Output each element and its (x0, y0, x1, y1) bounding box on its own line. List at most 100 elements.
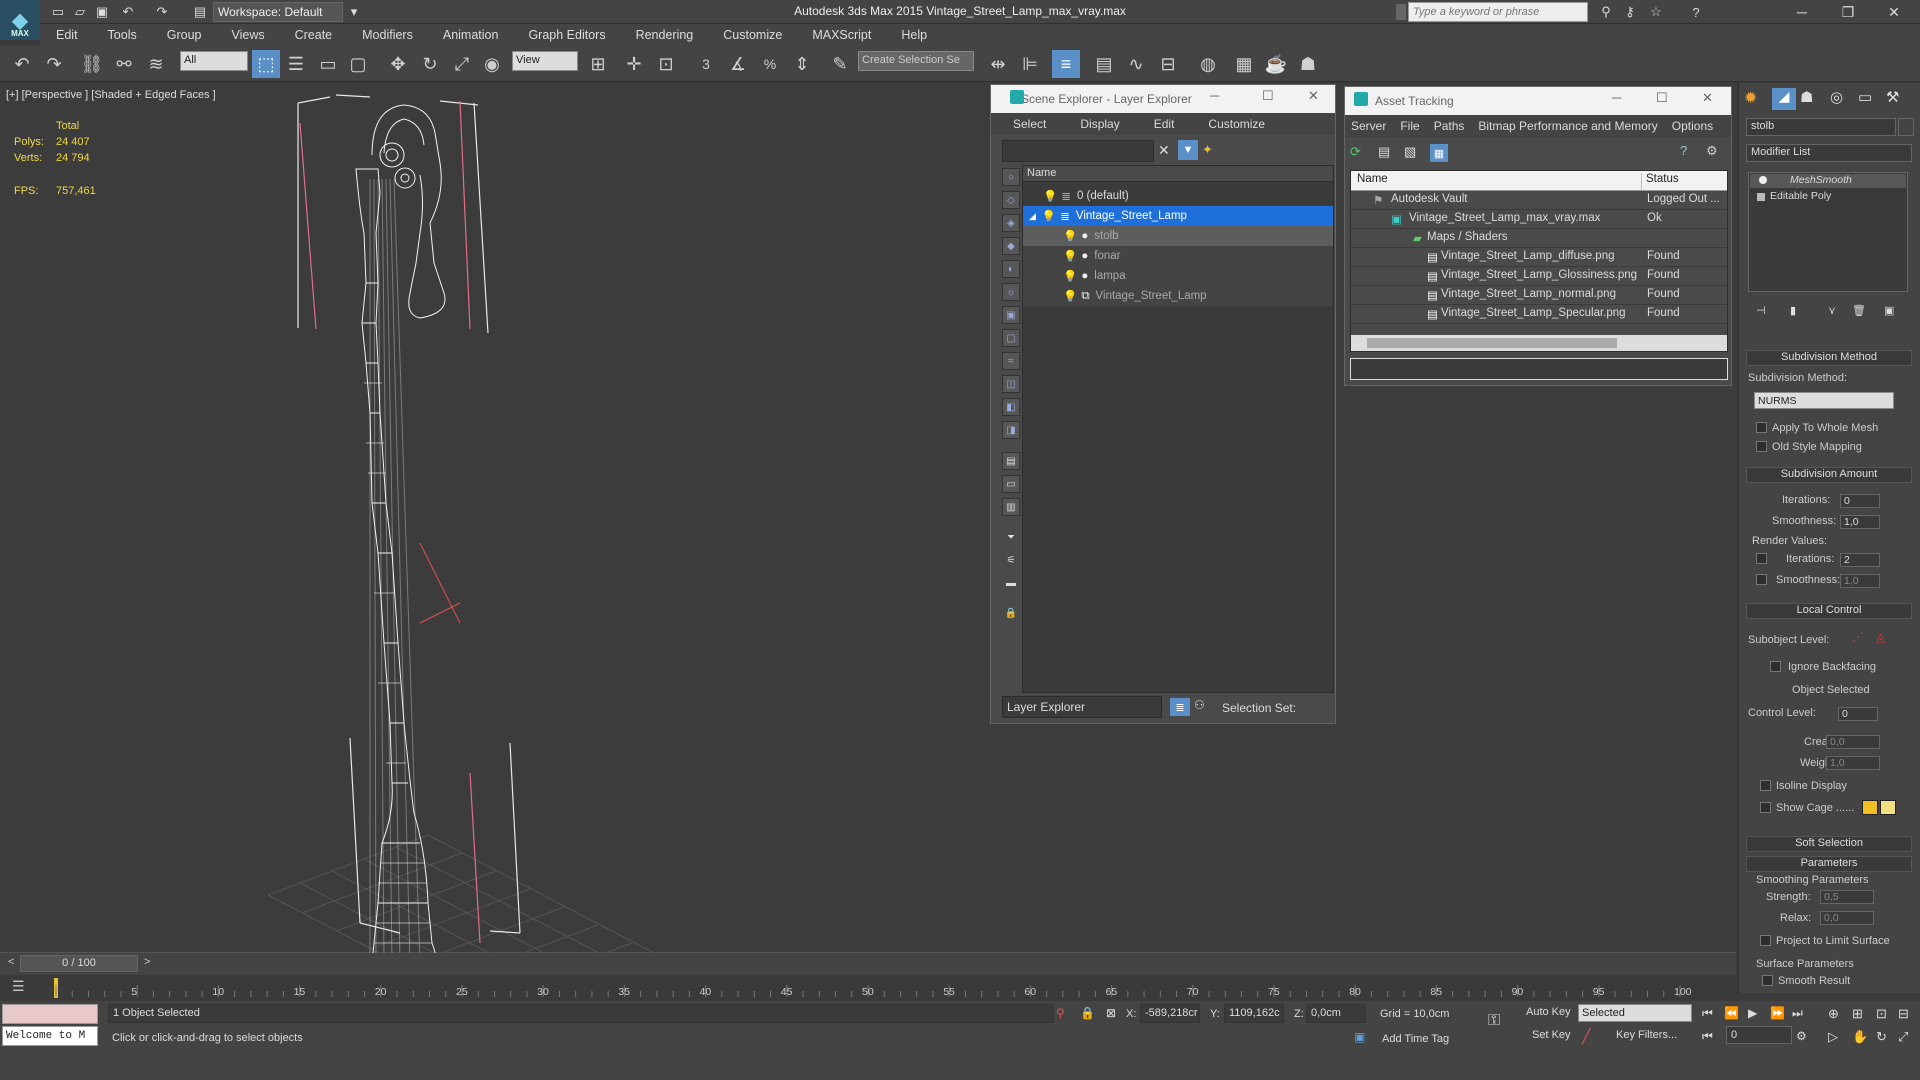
modifier-stack-meshsmooth[interactable]: MeshSmooth (1750, 174, 1906, 188)
material-editor-icon[interactable]: ◍ (1194, 50, 1222, 78)
asset-horizontal-scrollbar[interactable] (1351, 335, 1727, 351)
scene-menu-edit[interactable]: Edit (1132, 113, 1187, 135)
move-icon[interactable]: ✥ (384, 50, 412, 78)
configure-sets-icon[interactable]: ▣ (1884, 304, 1894, 317)
zoom-all-icon[interactable]: ⊞ (1852, 1006, 1863, 1022)
table-view-icon[interactable]: ▦ (1430, 144, 1448, 162)
motion-tab-icon[interactable]: ◎ (1830, 88, 1843, 106)
modify-tab-icon[interactable]: ◢ (1772, 88, 1796, 110)
menu-edit[interactable]: Edit (40, 28, 92, 42)
scrollbar-thumb[interactable] (1367, 338, 1617, 348)
scene-menu-select[interactable]: Select (991, 113, 1058, 135)
asset-row[interactable]: ⚑ Autodesk Vault Logged Out ... (1351, 191, 1727, 210)
bind-space-warp-icon[interactable]: ≋ (142, 50, 170, 78)
workspace-dropdown[interactable]: Workspace: Default (213, 2, 343, 22)
menu-rendering[interactable]: Rendering (620, 28, 708, 42)
asset-menu-options[interactable]: Options (1666, 115, 1721, 137)
asset-menu-paths[interactable]: Paths (1428, 115, 1473, 137)
scene-minimize-button[interactable]: ─ (1210, 88, 1219, 103)
render-iterations-spinner[interactable]: 2 (1840, 553, 1880, 567)
display-none-icon[interactable]: ○ (1002, 168, 1020, 186)
menu-modifiers[interactable]: Modifiers (346, 28, 427, 42)
object-row[interactable]: 💡 ● fonar (1023, 246, 1333, 266)
modifier-stack-editable-poly[interactable]: Editable Poly (1750, 190, 1906, 204)
toggle-ribbon-icon[interactable]: ▤ (1090, 50, 1118, 78)
explorer-mode-dropdown[interactable]: Layer Explorer (1002, 696, 1162, 718)
y-coord-field[interactable]: 1109,162c (1224, 1004, 1284, 1023)
save-file-icon[interactable]: ▣ (92, 3, 112, 21)
iterations-spinner[interactable]: 0 (1840, 494, 1880, 508)
render-production-icon[interactable]: ☗ (1294, 50, 1322, 78)
add-time-tag-label[interactable]: Add Time Tag (1382, 1033, 1449, 1045)
asset-tracking-title[interactable]: Asset Tracking (1345, 87, 1731, 115)
weight-spinner[interactable]: 1,0 (1826, 756, 1880, 770)
key-filters-button[interactable]: Key Filters... (1616, 1029, 1677, 1041)
menu-customize[interactable]: Customize (707, 28, 796, 42)
place-icon[interactable]: ◉ (478, 50, 506, 78)
funnel-icon[interactable]: ⏷ (1002, 528, 1020, 546)
display-tab-icon[interactable]: ▭ (1858, 88, 1872, 106)
lightbulb-icon[interactable]: 💡 (1063, 289, 1077, 303)
refresh-icon[interactable]: ⟳ (1350, 144, 1361, 160)
go-to-start-icon[interactable]: ⏮ (1702, 1006, 1713, 1021)
layer-list-header[interactable]: Name (1023, 166, 1333, 182)
layer-explorer-icon[interactable]: ≡ (1052, 50, 1080, 78)
lightbulb-icon[interactable]: 💡 (1042, 209, 1056, 223)
object-color-swatch[interactable] (1898, 118, 1914, 136)
pin-stack-icon[interactable]: ⊣ (1756, 304, 1766, 317)
set-key-icon[interactable]: ⚿ (1488, 1012, 1500, 1030)
menu-group[interactable]: Group (151, 28, 216, 42)
asset-col-status[interactable]: Status (1641, 173, 1679, 190)
crease-spinner[interactable]: 0,0 (1826, 735, 1880, 749)
lock-icon[interactable]: 🔒 (1002, 604, 1020, 622)
clear-search-icon[interactable]: ✕ (1158, 142, 1170, 159)
display-lights-icon[interactable]: ☼ (1002, 283, 1020, 301)
chevron-down-icon[interactable]: ▾ (344, 3, 364, 21)
scale-icon[interactable]: ⤢ (448, 50, 476, 78)
lightbulb-icon[interactable]: 💡 (1063, 229, 1077, 243)
scene-search-input[interactable] (1002, 140, 1154, 162)
display-warps-icon[interactable]: ≈ (1002, 352, 1020, 370)
close-button[interactable]: ✕ (1872, 0, 1916, 24)
asset-maximize-button[interactable]: ☐ (1656, 90, 1668, 106)
rollout-subdivision-amount[interactable]: Subdivision Amount (1746, 467, 1912, 483)
rollout-local-control[interactable]: Local Control (1746, 603, 1912, 619)
undo-icon[interactable]: ↶ (8, 50, 36, 78)
collapse-icon[interactable]: ▬ (1002, 574, 1020, 592)
project-folder-icon[interactable]: ▤ (190, 3, 210, 21)
edit-named-selection-icon[interactable]: ✎ (826, 50, 854, 78)
time-prev-icon[interactable]: < (8, 956, 14, 968)
object-name-field[interactable]: stolb (1746, 118, 1896, 136)
asset-row[interactable]: ▤ Vintage_Street_Lamp_diffuse.png Found (1351, 248, 1727, 267)
hierarchy-tab-icon[interactable]: ☗ (1800, 88, 1813, 106)
show-end-result-icon[interactable]: ▮ (1790, 304, 1796, 317)
x-coord-field[interactable]: -589,218cr (1140, 1004, 1200, 1023)
display-groups-icon[interactable]: ◫ (1002, 375, 1020, 393)
layer-row-selected[interactable]: ◢ 💡 ≣ Vintage_Street_Lamp (1023, 206, 1333, 226)
key-pencil-icon[interactable]: ╱ (1582, 1028, 1590, 1045)
help-icon[interactable]: ? (1686, 3, 1706, 21)
cage-color-swatch-2[interactable] (1880, 800, 1896, 815)
render-smoothness-spinner[interactable]: 1,0 (1840, 574, 1880, 588)
menu-views[interactable]: Views (215, 28, 278, 42)
next-frame-icon[interactable]: ⏩ (1770, 1006, 1785, 1020)
maxscript-listener-input[interactable] (2, 1004, 98, 1024)
isolate-selection-icon[interactable]: ⚲ (1056, 1006, 1065, 1020)
zoom-extents-all-icon[interactable]: ⊟ (1898, 1006, 1909, 1022)
schematic-view-icon[interactable]: ⊟ (1154, 50, 1182, 78)
lightbulb-icon[interactable]: 💡 (1043, 189, 1057, 203)
link-icon[interactable]: ⛓ (78, 50, 106, 78)
display-cameras-icon[interactable]: ▣ (1002, 306, 1020, 324)
named-selection-set-dropdown[interactable]: Create Selection Se (858, 51, 974, 71)
maximize-button[interactable]: ❐ (1826, 0, 1870, 24)
scene-menu-customize[interactable]: Customize (1186, 113, 1277, 135)
render-smoothness-checkbox[interactable] (1756, 574, 1767, 585)
rollout-subdivision-method[interactable]: Subdivision Method (1746, 350, 1912, 366)
window-crossing-icon[interactable]: ▢ (344, 50, 372, 78)
subobject-vertex-icon[interactable]: ⋰ (1852, 630, 1864, 644)
filter-icon[interactable]: ▼ (1178, 140, 1198, 160)
smoothness-spinner[interactable]: 1,0 (1840, 515, 1880, 529)
relax-spinner[interactable]: 0,0 (1820, 911, 1874, 925)
menu-graph-editors[interactable]: Graph Editors (512, 28, 619, 42)
asset-settings-icon[interactable]: ⚙ (1706, 143, 1718, 159)
